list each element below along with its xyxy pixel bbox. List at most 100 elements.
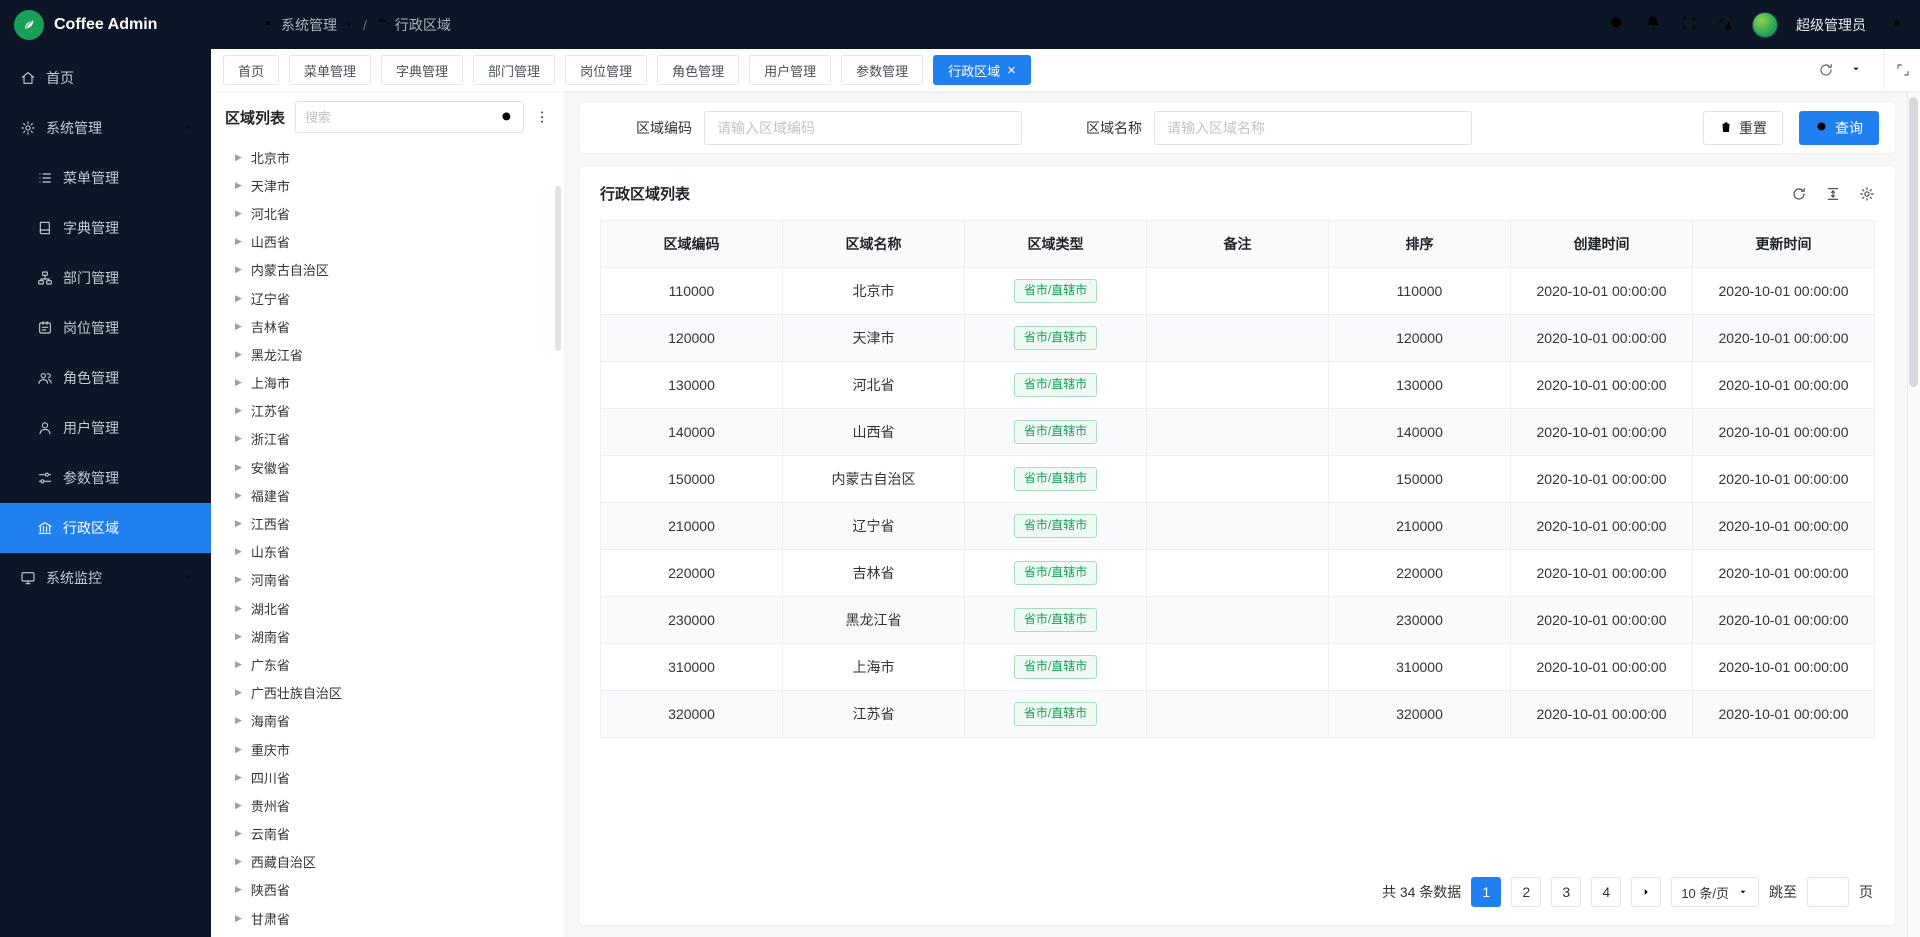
tab-首页[interactable]: 首页 (223, 55, 279, 85)
caret-right-icon[interactable]: ▶ (235, 604, 242, 613)
caret-right-icon[interactable]: ▶ (235, 688, 242, 697)
page-button-3[interactable]: 3 (1551, 877, 1581, 907)
search-icon[interactable] (500, 110, 514, 124)
reset-button[interactable]: 重置 (1703, 111, 1783, 145)
region-code-input[interactable] (704, 111, 1022, 145)
caret-right-icon[interactable]: ▶ (235, 914, 242, 923)
page-size-select[interactable]: 10 条/页 (1671, 877, 1759, 907)
caret-right-icon[interactable]: ▶ (235, 294, 242, 303)
window-scrollbar-thumb[interactable] (1909, 97, 1918, 387)
chevron-down-icon[interactable] (1850, 62, 1862, 78)
tab-参数管理[interactable]: 参数管理 (841, 55, 923, 85)
caret-right-icon[interactable]: ▶ (235, 716, 242, 725)
caret-right-icon[interactable]: ▶ (235, 491, 242, 500)
sidebar-item-system[interactable]: 系统管理 (0, 103, 211, 153)
caret-right-icon[interactable]: ▶ (235, 632, 242, 641)
table-row[interactable]: 140000山西省省市/直辖市1400002020-10-01 00:00:00… (601, 409, 1875, 456)
sidebar-item-role-mgmt[interactable]: 角色管理 (0, 353, 211, 403)
tree-item[interactable]: ▶黑龙江省 (225, 340, 550, 368)
caret-right-icon[interactable]: ▶ (235, 265, 242, 274)
caret-right-icon[interactable]: ▶ (235, 885, 242, 894)
tree-item[interactable]: ▶安徽省 (225, 453, 550, 481)
caret-right-icon[interactable]: ▶ (235, 660, 242, 669)
table-row[interactable]: 210000辽宁省省市/直辖市2100002020-10-01 00:00:00… (601, 503, 1875, 550)
translate-icon[interactable] (1716, 14, 1734, 35)
jump-page-input[interactable] (1807, 877, 1849, 907)
caret-right-icon[interactable]: ▶ (235, 801, 242, 810)
sidebar-item-region[interactable]: 行政区域 (0, 503, 211, 553)
tree-item[interactable]: ▶海南省 (225, 707, 550, 735)
caret-right-icon[interactable]: ▶ (235, 209, 242, 218)
caret-right-icon[interactable]: ▶ (235, 237, 242, 246)
collapse-sidebar-icon[interactable] (227, 16, 245, 34)
fullscreen-icon[interactable] (1680, 14, 1698, 35)
tree-item[interactable]: ▶山东省 (225, 538, 550, 566)
tab-岗位管理[interactable]: 岗位管理 (565, 55, 647, 85)
caret-right-icon[interactable]: ▶ (235, 829, 242, 838)
tree-item[interactable]: ▶天津市 (225, 171, 550, 199)
table-row[interactable]: 310000上海市省市/直辖市3100002020-10-01 00:00:00… (601, 644, 1875, 691)
caret-right-icon[interactable]: ▶ (235, 575, 242, 584)
sidebar-item-user-mgmt[interactable]: 用户管理 (0, 403, 211, 453)
table-row[interactable]: 110000北京市省市/直辖市1100002020-10-01 00:00:00… (601, 268, 1875, 315)
tree-item[interactable]: ▶浙江省 (225, 425, 550, 453)
next-page-button[interactable] (1631, 877, 1661, 907)
tree-item[interactable]: ▶吉林省 (225, 312, 550, 340)
region-search-box[interactable] (295, 101, 524, 133)
tree-item[interactable]: ▶山西省 (225, 228, 550, 256)
window-scrollbar[interactable] (1907, 91, 1920, 937)
caret-right-icon[interactable]: ▶ (235, 547, 242, 556)
tab-角色管理[interactable]: 角色管理 (657, 55, 739, 85)
density-icon[interactable] (1825, 186, 1841, 202)
sidebar-item-menu-mgmt[interactable]: 菜单管理 (0, 153, 211, 203)
avatar[interactable] (1752, 12, 1778, 38)
table-row[interactable]: 230000黑龙江省省市/直辖市2300002020-10-01 00:00:0… (601, 597, 1875, 644)
caret-right-icon[interactable]: ▶ (235, 350, 242, 359)
bell-icon[interactable] (1644, 14, 1662, 35)
tree-item[interactable]: ▶河南省 (225, 566, 550, 594)
tab-用户管理[interactable]: 用户管理 (749, 55, 831, 85)
page-button-1[interactable]: 1 (1471, 877, 1501, 907)
search-icon[interactable] (1608, 14, 1626, 35)
caret-right-icon[interactable]: ▶ (235, 434, 242, 443)
caret-right-icon[interactable]: ▶ (235, 322, 242, 331)
caret-right-icon[interactable]: ▶ (235, 406, 242, 415)
sidebar-item-param-mgmt[interactable]: 参数管理 (0, 453, 211, 503)
table-row[interactable]: 120000天津市省市/直辖市1200002020-10-01 00:00:00… (601, 315, 1875, 362)
sidebar-item-dept-mgmt[interactable]: 部门管理 (0, 253, 211, 303)
page-button-2[interactable]: 2 (1511, 877, 1541, 907)
caret-right-icon[interactable]: ▶ (235, 463, 242, 472)
tree-item[interactable]: ▶河北省 (225, 199, 550, 227)
table-row[interactable]: 220000吉林省省市/直辖市2200002020-10-01 00:00:00… (601, 550, 1875, 597)
refresh-icon[interactable] (1818, 62, 1834, 78)
region-name-input[interactable] (1154, 111, 1472, 145)
tab-菜单管理[interactable]: 菜单管理 (289, 55, 371, 85)
tree-item[interactable]: ▶甘肃省 (225, 904, 550, 932)
tree-item[interactable]: ▶辽宁省 (225, 284, 550, 312)
sidebar-item-post-mgmt[interactable]: 岗位管理 (0, 303, 211, 353)
tree-item[interactable]: ▶湖北省 (225, 594, 550, 622)
expand-icon[interactable] (1884, 49, 1920, 91)
tab-部门管理[interactable]: 部门管理 (473, 55, 555, 85)
refresh-icon[interactable] (1791, 186, 1807, 202)
tab-行政区域[interactable]: 行政区域× (933, 55, 1031, 85)
caret-right-icon[interactable]: ▶ (235, 153, 242, 162)
region-search-input[interactable] (305, 110, 494, 125)
tree-item[interactable]: ▶上海市 (225, 369, 550, 397)
region-scrollbar-thumb[interactable] (555, 186, 561, 351)
tree-item[interactable]: ▶福建省 (225, 481, 550, 509)
caret-right-icon[interactable]: ▶ (235, 773, 242, 782)
caret-right-icon[interactable]: ▶ (235, 181, 242, 190)
tree-item[interactable]: ▶广西壮族自治区 (225, 679, 550, 707)
caret-right-icon[interactable]: ▶ (235, 857, 242, 866)
caret-right-icon[interactable]: ▶ (235, 519, 242, 528)
tree-item[interactable]: ▶陕西省 (225, 876, 550, 904)
table-row[interactable]: 150000内蒙古自治区省市/直辖市1500002020-10-01 00:00… (601, 456, 1875, 503)
username[interactable]: 超级管理员 (1796, 15, 1866, 35)
query-button[interactable]: 查询 (1799, 111, 1879, 145)
tree-item[interactable]: ▶贵州省 (225, 791, 550, 819)
settings-gear-icon[interactable] (1888, 14, 1906, 35)
tree-item[interactable]: ▶青海省 (225, 932, 550, 937)
tree-item[interactable]: ▶重庆市 (225, 735, 550, 763)
tree-item[interactable]: ▶西藏自治区 (225, 848, 550, 876)
